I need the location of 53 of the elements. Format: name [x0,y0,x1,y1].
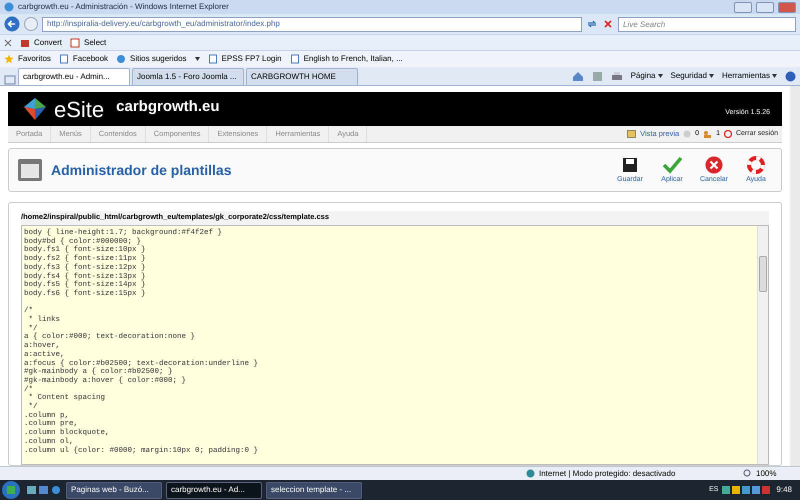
favorite-link[interactable]: EPSS FP7 Login [222,53,282,65]
favorite-link[interactable]: Sitios sugeridos [130,53,187,65]
browser-tab[interactable]: carbgrowth.eu - Admin... [18,68,130,85]
browser-tab[interactable]: Joomla 1.5 - Foro Joomla ... [132,68,244,85]
home-icon[interactable] [572,70,584,82]
checkmark-icon [662,154,682,175]
lifebuoy-icon [746,154,766,175]
taskbar-button[interactable]: seleccion template - ... [266,482,362,498]
caret-icon[interactable] [194,57,200,61]
logo-text: eSite [54,96,104,124]
start-button-icon[interactable] [0,480,22,500]
back-icon[interactable] [4,16,20,32]
favorite-link[interactable]: English to French, Italian, ... [304,53,403,65]
select-icon [70,38,80,48]
caret-icon [658,74,662,78]
toolbar-link[interactable]: Convert [34,36,62,48]
users-icon [703,130,712,138]
template-icon [17,158,43,182]
maximize-button[interactable] [756,2,774,12]
favorite-link[interactable]: Favoritos [18,53,51,65]
command-menu[interactable]: Página [630,70,662,82]
close-icon[interactable] [4,38,12,46]
site-name: carbgrowth.eu [116,97,221,117]
status-text: Internet | Modo protegido: desactivado [539,468,676,480]
cancel-icon [704,154,724,175]
preview-icon [627,130,636,138]
zoom-level[interactable]: 100% [756,468,796,480]
logout-icon [724,130,732,138]
caret-icon [708,74,714,78]
minimize-button[interactable] [734,2,752,12]
command-menu[interactable]: Seguridad [670,70,714,82]
tray-icons-icon[interactable] [722,485,772,495]
quick-launch-icon[interactable] [26,484,62,496]
browser-tab[interactable]: CARBGROWTH HOME [246,68,358,85]
toolbar-link[interactable]: Select [84,36,106,48]
clock-text: 9:48 [776,484,792,496]
window-title: carbgrowth.eu - Administración - Windows Internet Explorer [18,1,230,13]
search-field[interactable]: Live Search [618,16,796,32]
taskbar-button[interactable]: Paginas web - Buzó... [66,482,162,498]
close-icon[interactable] [602,18,614,30]
favorite-link[interactable]: Facebook [72,53,108,65]
page-title: Administrador de plantillas [51,160,232,180]
star-icon [4,54,14,64]
caret-icon [772,74,777,78]
scrollbar[interactable] [757,226,768,464]
close-button[interactable] [778,2,796,12]
command-menu[interactable]: Herramientas [722,70,777,82]
print-icon[interactable] [610,70,623,82]
convert-icon [20,38,30,48]
tab-list-icon[interactable] [4,75,16,85]
refresh-icon[interactable] [586,18,598,30]
address-field[interactable]: http://inspiralia-delivery.eu/carbgrowth_eu/administrator/index.php [42,16,582,32]
taskbar-button[interactable]: carbgrowth.eu - Ad... [166,482,262,498]
